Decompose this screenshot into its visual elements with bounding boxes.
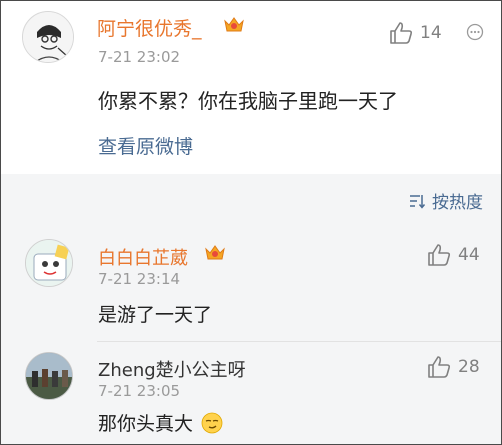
sketch-avatar-icon: [23, 12, 73, 62]
vip-crown-icon[interactable]: [204, 243, 226, 262]
sort-icon: [410, 194, 426, 209]
like-count: 14: [420, 23, 442, 43]
vip-crown-icon[interactable]: [223, 15, 245, 34]
view-original-link[interactable]: 查看原微博: [98, 132, 193, 159]
like-count: 28: [458, 357, 480, 377]
username[interactable]: 阿宁很优秀_: [97, 14, 202, 41]
timestamp: 7-21 23:02: [98, 48, 181, 66]
username[interactable]: Zheng楚小公主呀: [98, 356, 246, 382]
comment-text: 你累不累？你在我脑子里跑一天了: [98, 89, 398, 113]
more-options-icon[interactable]: [466, 23, 484, 41]
main-comment: 阿宁很优秀_ 7-21 23:02 14 你累不累？你在我脑子里跑一天了 查看原…: [1, 1, 501, 174]
avatar[interactable]: [22, 11, 74, 63]
timestamp: 7-21 23:14: [98, 270, 181, 288]
like-count: 44: [458, 245, 480, 265]
reply-text: 那你头真大: [98, 409, 223, 436]
cartoon-avatar-icon: [26, 240, 72, 286]
reply-text-value: 那你头真大: [98, 413, 194, 435]
reply-list: 白白白芷葳 7-21 23:14 44 是游了一天了 Zheng楚小公主呀 7-…: [1, 227, 501, 444]
timestamp: 7-21 23:05: [98, 382, 181, 400]
like-button[interactable]: 28: [426, 355, 480, 379]
smirk-emoji-icon: [201, 412, 223, 434]
photo-avatar-icon: [26, 353, 72, 399]
username[interactable]: 白白白芷葳: [98, 244, 188, 270]
like-button[interactable]: 44: [426, 243, 480, 267]
thumbs-up-icon: [390, 22, 413, 44]
thumbs-up-icon: [428, 244, 451, 266]
avatar[interactable]: [25, 352, 73, 400]
reply-text: 是游了一天了: [98, 304, 213, 326]
thumbs-up-icon: [428, 356, 451, 378]
sort-by-popularity-button[interactable]: 按热度: [408, 188, 483, 213]
avatar[interactable]: [25, 239, 73, 287]
sort-label: 按热度: [432, 193, 483, 213]
sort-bar: 按热度: [1, 174, 501, 227]
like-button[interactable]: 14: [388, 21, 442, 45]
divider: [97, 341, 501, 342]
